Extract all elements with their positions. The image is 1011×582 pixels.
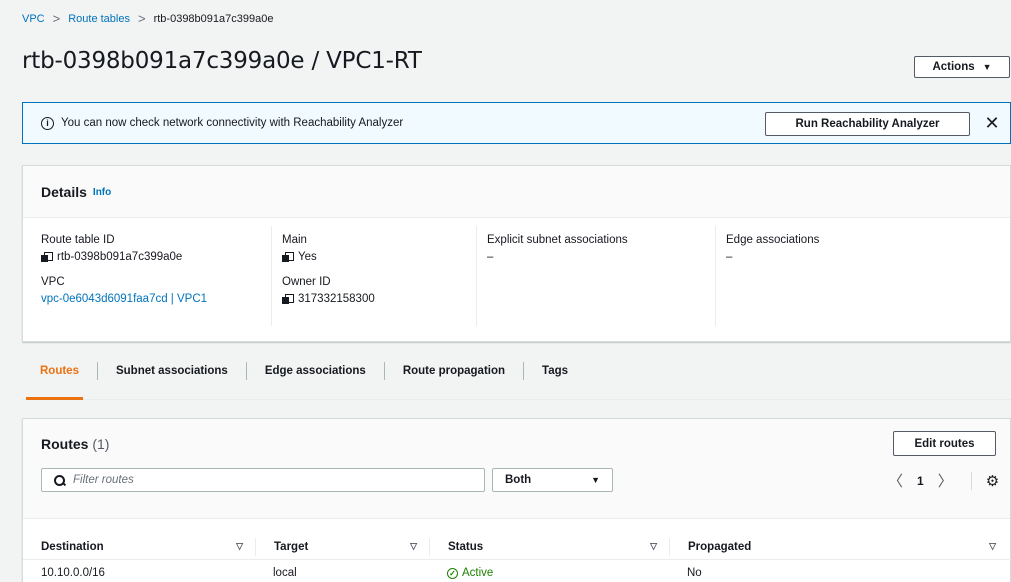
breadcrumb-separator: >	[52, 11, 61, 26]
route-table-id-label: Route table ID	[41, 234, 115, 246]
filter-routes-field[interactable]	[41, 468, 485, 492]
column-header-destination[interactable]: Destination ▽	[23, 538, 255, 556]
filter-routes-input[interactable]	[73, 474, 453, 486]
column-label: Destination	[41, 540, 104, 553]
edge-associations-value: –	[726, 251, 733, 263]
tab-bar: Routes Subnet associations Edge associat…	[22, 343, 1011, 400]
page-title: rtb-0398b091a7c399a0e / VPC1-RT	[22, 48, 422, 74]
gear-icon[interactable]: ⚙	[986, 472, 999, 490]
info-link[interactable]: Info	[93, 187, 111, 198]
breadcrumb-vpc[interactable]: VPC	[22, 13, 45, 25]
check-circle-icon: ✓	[447, 567, 458, 579]
details-heading: Details	[41, 183, 87, 200]
subnet-associations-label: Explicit subnet associations	[487, 234, 628, 246]
status-text: Active	[462, 567, 494, 579]
flash-message: You can now check network connectivity w…	[61, 117, 404, 129]
table-row: 10.10.0.0/16 local ✓ Active No	[23, 567, 1011, 579]
info-icon: i	[41, 116, 54, 130]
tab-edge-associations[interactable]: Edge associations	[245, 362, 384, 380]
copy-icon[interactable]	[41, 251, 53, 263]
edit-routes-button[interactable]: Edit routes	[893, 431, 996, 456]
details-header: Details Info	[23, 166, 1010, 218]
column-label: Propagated	[688, 540, 752, 553]
tab-route-propagation[interactable]: Route propagation	[383, 362, 523, 380]
details-column-3: Explicit subnet associations –	[476, 226, 628, 326]
main-label: Main	[282, 234, 307, 246]
vpc-link[interactable]: vpc-0e6043d6091faa7cd | VPC1	[41, 293, 207, 305]
column-label: Target	[274, 540, 309, 553]
routes-panel: Routes (1) Edit routes Both ▼ 〈 1 〉 ⚙ De…	[22, 418, 1011, 582]
column-header-propagated[interactable]: Propagated ▽	[669, 537, 1008, 556]
caret-down-icon: ▼	[591, 475, 600, 485]
close-icon[interactable]: ✕	[981, 111, 1003, 135]
search-icon	[54, 474, 65, 486]
routes-title: Routes (1)	[41, 436, 109, 452]
route-table-id-value: rtb-0398b091a7c399a0e	[57, 251, 183, 263]
page-number[interactable]: 1	[917, 474, 924, 488]
chevron-left-icon[interactable]: 〈	[888, 470, 903, 491]
reachability-flash-banner: i You can now check network connectivity…	[22, 102, 1011, 144]
caret-down-icon: ▼	[982, 62, 992, 72]
copy-icon[interactable]	[282, 251, 294, 263]
details-column-2: Main Yes Owner ID 317332158300	[271, 226, 375, 326]
routes-count: (1)	[92, 436, 110, 452]
owner-id-value: 317332158300	[298, 293, 375, 305]
run-reachability-analyzer-button[interactable]: Run Reachability Analyzer	[765, 112, 970, 136]
details-column-4: Edge associations –	[715, 226, 819, 326]
tab-routes[interactable]: Routes	[22, 362, 97, 400]
sort-icon: ▽	[989, 541, 996, 551]
cell-destination: 10.10.0.0/16	[41, 567, 105, 579]
routes-heading: Routes	[41, 436, 89, 452]
cell-target: local	[273, 567, 297, 579]
details-column-1: Route table ID rtb-0398b091a7c399a0e VPC…	[41, 226, 207, 318]
owner-id-label: Owner ID	[282, 276, 331, 288]
pagination: 〈 1 〉 ⚙	[888, 470, 999, 491]
main-value: Yes	[298, 251, 317, 263]
sort-icon: ▽	[236, 541, 243, 551]
details-panel: Details Info Route table ID rtb-0398b091…	[22, 165, 1011, 342]
copy-icon[interactable]	[282, 293, 294, 305]
routes-header: Routes (1) Edit routes Both ▼ 〈 1 〉 ⚙	[23, 419, 1010, 519]
actions-button[interactable]: Actions ▼	[914, 56, 1010, 78]
column-label: Status	[448, 540, 484, 553]
cell-status: ✓ Active	[429, 567, 669, 579]
actions-label: Actions	[932, 61, 975, 73]
column-header-target[interactable]: Target ▽	[255, 537, 429, 556]
chevron-right-icon[interactable]: 〉	[938, 470, 953, 491]
sort-icon: ▽	[650, 541, 657, 551]
pager-divider	[970, 471, 972, 490]
route-type-value: Both	[505, 474, 532, 486]
edge-associations-label: Edge associations	[726, 234, 820, 246]
breadcrumb-route-tables[interactable]: Route tables	[68, 13, 130, 25]
tab-tags[interactable]: Tags	[523, 362, 586, 380]
routes-table-header: Destination ▽ Target ▽ Status ▽ Propagat…	[23, 534, 1011, 560]
tab-subnet-associations[interactable]: Subnet associations	[96, 362, 246, 380]
breadcrumb: VPC > Route tables > rtb-0398b091a7c399a…	[22, 11, 273, 26]
cell-propagated: No	[687, 567, 702, 579]
column-header-status[interactable]: Status ▽	[429, 537, 669, 556]
breadcrumb-separator: >	[137, 11, 146, 26]
vpc-label: VPC	[41, 276, 65, 288]
sort-icon: ▽	[410, 541, 417, 551]
subnet-associations-value: –	[487, 251, 494, 263]
breadcrumb-current: rtb-0398b091a7c399a0e	[153, 12, 274, 25]
route-type-select[interactable]: Both ▼	[492, 468, 613, 492]
